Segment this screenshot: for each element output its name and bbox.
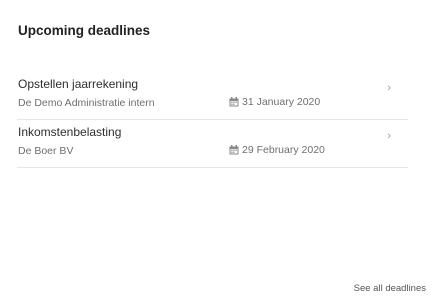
deadline-item[interactable]: Inkomstenbelasting De Boer BV 29 Februar… <box>17 122 408 168</box>
upcoming-deadlines-card: Upcoming deadlines Opstellen jaarrekenin… <box>0 0 436 305</box>
card-title: Upcoming deadlines <box>18 23 151 38</box>
calendar-icon <box>229 145 239 155</box>
deadline-date: 29 February 2020 <box>229 144 325 156</box>
deadline-client: De Boer BV <box>18 145 74 157</box>
calendar-icon <box>229 97 239 107</box>
deadline-list: Opstellen jaarrekening De Demo Administr… <box>17 74 408 168</box>
deadline-date-text: 31 January 2020 <box>242 96 321 108</box>
chevron-right-icon[interactable]: › <box>387 130 391 142</box>
deadline-client: De Demo Administratie intern <box>18 97 155 109</box>
deadline-date: 31 January 2020 <box>229 96 320 108</box>
deadline-date-text: 29 February 2020 <box>242 144 325 156</box>
deadline-title: Opstellen jaarrekening <box>18 77 139 91</box>
see-all-deadlines-link[interactable]: See all deadlines <box>354 283 426 294</box>
deadline-title: Inkomstenbelasting <box>18 125 122 139</box>
deadline-item[interactable]: Opstellen jaarrekening De Demo Administr… <box>17 74 408 120</box>
chevron-right-icon[interactable]: › <box>387 82 391 94</box>
